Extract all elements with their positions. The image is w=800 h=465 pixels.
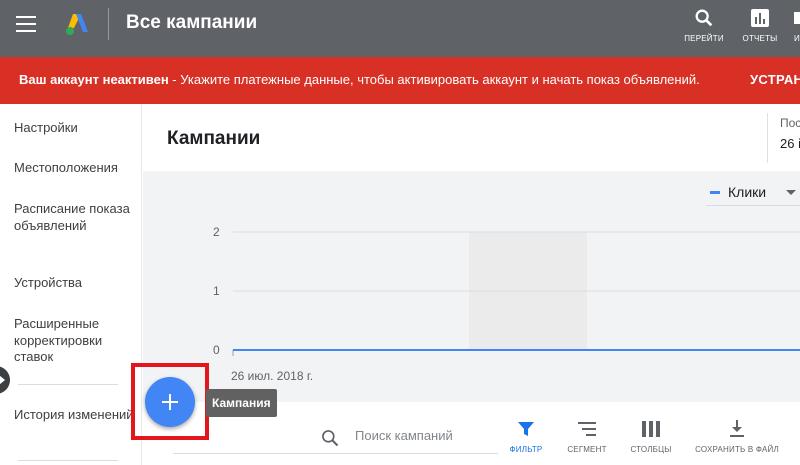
banner-detail-text: - Укажите платежные данные, чтобы активи…	[168, 72, 700, 87]
segment-button[interactable]: СЕГМЕНТ	[565, 418, 609, 454]
plus-icon	[162, 394, 178, 410]
y-tick-label: 0	[213, 343, 220, 357]
columns-button[interactable]: СТОЛБЦЫ	[627, 418, 675, 454]
add-campaign-tooltip: Кампания	[206, 389, 277, 417]
date-range-label[interactable]: Пос	[780, 116, 800, 130]
columns-icon	[627, 418, 675, 440]
sidebar-item-advanced-bid-adjustments[interactable]: Расширенные корректировки ставок	[14, 316, 134, 366]
add-campaign-button[interactable]	[145, 377, 195, 427]
segment-button-label: СЕГМЕНТ	[567, 445, 607, 454]
filter-icon	[506, 418, 546, 440]
search-icon	[679, 6, 729, 30]
download-icon	[692, 418, 782, 440]
columns-button-label: СТОЛБЦЫ	[630, 445, 672, 454]
header-divider	[108, 8, 109, 40]
page-title: Кампании	[167, 128, 261, 149]
x-tick-label: 26 июл. 2018 г.	[231, 369, 313, 383]
metric-label: Клики	[728, 184, 767, 200]
caret-down-icon	[786, 190, 796, 195]
tools-button-label: И	[794, 34, 800, 43]
banner-fix-button[interactable]: УСТРАН	[750, 72, 800, 87]
reports-button[interactable]: ОТЧЕТЫ	[735, 6, 785, 43]
sidebar-item-devices[interactable]: Устройства	[14, 275, 134, 292]
segment-icon	[565, 418, 609, 440]
banner-message: Ваш аккаунт неактивен - Укажите платежны…	[19, 72, 700, 87]
sidebar-item-ad-schedule[interactable]: Расписание показа объявлений	[14, 201, 134, 234]
search-button-label: ПЕРЕЙТИ	[684, 34, 724, 43]
search-icon	[320, 428, 340, 453]
tools-button[interactable]: И	[792, 6, 800, 43]
download-button-label: СОХРАНИТЬ В ФАЙЛ	[695, 445, 779, 454]
sidebar-item-settings[interactable]: Настройки	[14, 120, 134, 137]
sidebar-divider	[18, 460, 118, 461]
metric-color-swatch	[710, 191, 720, 194]
account-inactive-banner: Ваш аккаунт неактивен - Укажите платежны…	[0, 57, 800, 104]
bar-chart-icon	[735, 6, 785, 30]
y-tick-label: 1	[213, 284, 220, 298]
metric-selector[interactable]: Клики	[706, 180, 800, 206]
sidebar-item-locations[interactable]: Местоположения	[14, 160, 134, 177]
menu-icon[interactable]	[16, 16, 36, 32]
sidebar-collapse-toggle[interactable]	[0, 366, 10, 394]
banner-bold-text: Ваш аккаунт неактивен	[19, 72, 169, 87]
sidebar-item-change-history[interactable]: История изменений	[14, 407, 134, 424]
reports-button-label: ОТЧЕТЫ	[742, 34, 778, 43]
y-tick-label: 2	[213, 225, 220, 239]
campaign-search-input[interactable]	[355, 428, 495, 443]
sidebar: Настройки Местоположения Расписание пока…	[0, 104, 142, 465]
tools-icon	[792, 6, 800, 30]
top-app-bar: Все кампании ПЕРЕЙТИ ОТЧЕТЫ И	[0, 0, 800, 57]
download-button[interactable]: СОХРАНИТЬ В ФАЙЛ	[692, 418, 782, 454]
clicks-chart: 2 1 0 26 июл. 2018 г.	[213, 225, 800, 383]
search-button[interactable]: ПЕРЕЙТИ	[679, 6, 729, 43]
page-header-title: Все кампании	[126, 12, 258, 33]
chevron-right-icon	[0, 375, 5, 385]
google-ads-logo[interactable]	[64, 12, 90, 36]
date-range-value[interactable]: 26 і	[780, 136, 800, 151]
filter-button-label: ФИЛЬТР	[509, 445, 543, 454]
date-range-divider	[767, 113, 768, 163]
campaigns-card-header: Кампании Пос 26 і	[143, 104, 800, 171]
filter-button[interactable]: ФИЛЬТР	[506, 418, 546, 454]
sidebar-divider	[18, 384, 118, 385]
